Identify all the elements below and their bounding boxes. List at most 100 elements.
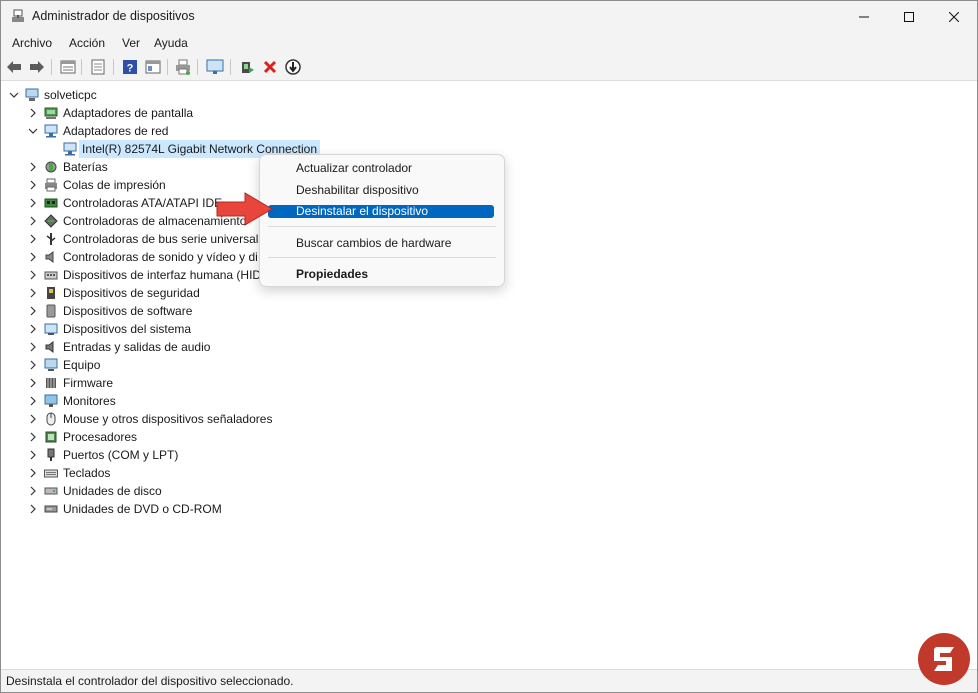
tree-item-label: Teclados <box>63 466 111 480</box>
tree-item[interactable]: Dispositivos de interfaz humana (HID <box>28 266 261 284</box>
battery-icon <box>45 161 57 173</box>
tree-item-label: Equipo <box>63 358 101 372</box>
uninstall-button[interactable] <box>261 58 279 76</box>
tree-item[interactable]: Adaptadores de red <box>28 122 168 140</box>
help-button[interactable]: ? <box>121 58 139 76</box>
processor-icon <box>45 431 57 443</box>
disable-icon <box>285 59 301 75</box>
toolbar-divider <box>230 59 231 75</box>
network-adapter-icon <box>44 124 58 138</box>
menu-ayuda[interactable]: Ayuda <box>154 36 188 50</box>
toolbar-divider <box>167 59 168 75</box>
menu-item-disable-device[interactable]: Deshabilitar dispositivo <box>296 183 419 197</box>
menu-accion[interactable]: Acción <box>69 36 105 50</box>
close-button[interactable] <box>931 1 977 32</box>
chevron-right-icon[interactable] <box>28 284 38 302</box>
chevron-right-icon[interactable] <box>28 212 38 230</box>
software-device-icon <box>46 304 56 318</box>
chevron-right-icon[interactable] <box>28 500 38 518</box>
help-icon: ? <box>123 60 137 75</box>
chevron-right-icon[interactable] <box>28 338 38 356</box>
show-hidden-icon <box>91 59 105 75</box>
chevron-right-icon[interactable] <box>28 248 38 266</box>
monitor-button[interactable] <box>206 58 224 76</box>
chevron-right-icon[interactable] <box>28 320 38 338</box>
minimize-button[interactable] <box>841 1 887 32</box>
tree-item[interactable]: Dispositivos de seguridad <box>28 284 200 302</box>
chevron-right-icon[interactable] <box>28 428 38 446</box>
chevron-right-icon[interactable] <box>28 356 38 374</box>
tree-item-label: Puertos (COM y LPT) <box>63 448 179 462</box>
menu-archivo[interactable]: Archivo <box>12 36 52 50</box>
chevron-right-icon[interactable] <box>28 392 38 410</box>
chevron-right-icon[interactable] <box>28 176 38 194</box>
usb-icon <box>46 233 56 245</box>
chevron-down-icon[interactable] <box>28 122 38 140</box>
chevron-down-icon[interactable] <box>9 86 19 104</box>
display-adapter-icon <box>44 107 58 119</box>
menu-item-uninstall-device[interactable]: Desinstalar el dispositivo <box>296 205 428 218</box>
tree-item[interactable]: Unidades de DVD o CD-ROM <box>28 500 222 518</box>
monitor-icon <box>44 394 58 407</box>
printer-icon <box>45 178 57 192</box>
network-adapter-icon <box>63 142 77 156</box>
tree-item[interactable]: Dispositivos de software <box>28 302 192 320</box>
menu-separator <box>268 226 496 227</box>
tree-item[interactable]: Controladoras de almacenamiento <box>28 212 246 230</box>
disable-button[interactable] <box>284 58 302 76</box>
tree-item[interactable]: Procesadores <box>28 428 137 446</box>
menu-ver[interactable]: Ver <box>122 36 140 50</box>
tree-item-label: Firmware <box>63 376 113 390</box>
chevron-right-icon[interactable] <box>28 446 38 464</box>
firmware-icon <box>46 378 56 388</box>
tree-root[interactable]: solveticpc <box>9 86 97 104</box>
port-icon <box>47 448 55 461</box>
chevron-right-icon[interactable] <box>28 230 38 248</box>
chevron-right-icon[interactable] <box>28 158 38 176</box>
back-button[interactable] <box>5 58 23 76</box>
chevron-right-icon[interactable] <box>28 266 38 284</box>
chevron-right-icon[interactable] <box>28 302 38 320</box>
tree-item[interactable]: Unidades de disco <box>28 482 162 500</box>
tree-item[interactable]: Controladoras de sonido y vídeo y di <box>28 248 258 266</box>
menu-item-properties[interactable]: Propiedades <box>296 267 368 281</box>
tree-item[interactable]: Teclados <box>28 464 110 482</box>
maximize-button[interactable] <box>886 1 932 32</box>
tree-item[interactable]: Controladoras ATA/ATAPI IDE <box>28 194 222 212</box>
tree-item[interactable]: Baterías <box>28 158 108 176</box>
tree-item[interactable]: Controladoras de bus serie universal <box>28 230 258 248</box>
action-view-button[interactable] <box>144 58 162 76</box>
chevron-right-icon[interactable] <box>28 464 38 482</box>
forward-button[interactable] <box>28 58 46 76</box>
maximize-icon <box>904 11 914 22</box>
tree-item[interactable]: Monitores <box>28 392 116 410</box>
chevron-right-icon[interactable] <box>28 482 38 500</box>
pointer-arrow-icon <box>216 192 273 226</box>
tree-item[interactable]: Colas de impresión <box>28 176 166 194</box>
tree-item-label: Controladoras de bus serie universal <box>63 232 259 246</box>
chevron-right-icon[interactable] <box>28 410 38 428</box>
menu-item-update-driver[interactable]: Actualizar controlador <box>296 161 412 175</box>
chevron-right-icon[interactable] <box>28 104 38 122</box>
tree-item-label: Procesadores <box>63 430 138 444</box>
menu-item-scan-hardware[interactable]: Buscar cambios de hardware <box>296 236 451 250</box>
properties-view-button[interactable] <box>59 58 77 76</box>
back-icon <box>7 61 21 73</box>
tree-item-label: Monitores <box>63 394 116 408</box>
tree-item[interactable]: Entradas y salidas de audio <box>28 338 210 356</box>
tree-item[interactable]: Dispositivos del sistema <box>28 320 191 338</box>
update-driver-button[interactable] <box>238 58 256 76</box>
tree-item[interactable]: Equipo <box>28 356 100 374</box>
print-button[interactable] <box>174 58 192 76</box>
system-device-icon <box>44 323 58 335</box>
tree-item[interactable]: Firmware <box>28 374 113 392</box>
show-hidden-button[interactable] <box>89 58 107 76</box>
tree-item[interactable]: Mouse y otros dispositivos señaladores <box>28 410 272 428</box>
toolbar: ? <box>1 54 977 81</box>
forward-icon <box>30 61 44 73</box>
tree-item-label: Adaptadores de pantalla <box>63 106 194 120</box>
chevron-right-icon[interactable] <box>28 194 38 212</box>
tree-item[interactable]: Puertos (COM y LPT) <box>28 446 178 464</box>
chevron-right-icon[interactable] <box>28 374 38 392</box>
tree-item[interactable]: Adaptadores de pantalla <box>28 104 193 122</box>
